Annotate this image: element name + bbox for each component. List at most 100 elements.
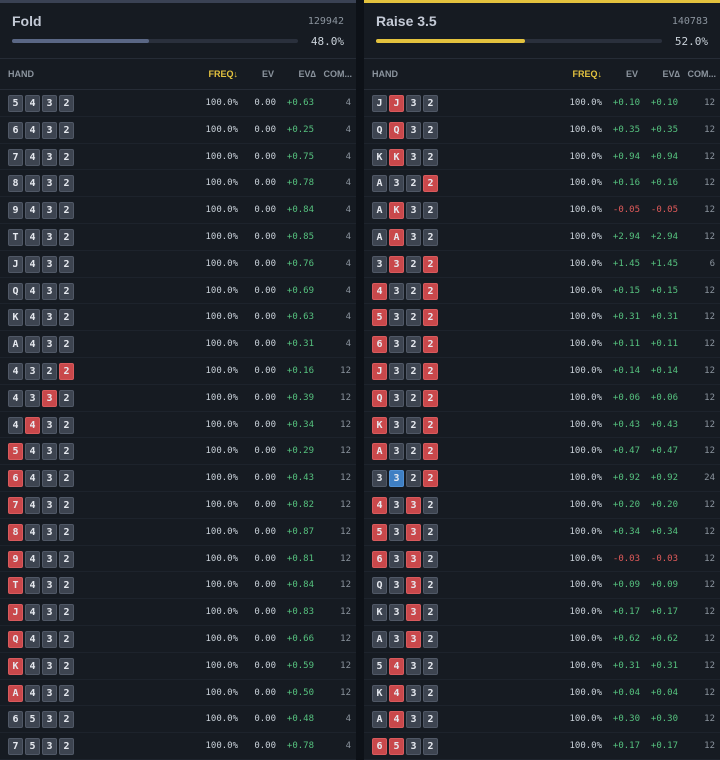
combos-value: 12 [340,446,351,457]
header-ev[interactable]: EV [626,69,638,79]
hand-row[interactable]: A 3 2 2 100.0% +0.16 +0.16 12 [364,170,720,198]
card: 2 [59,630,74,648]
hand-row[interactable]: 5 4 3 2 100.0% 0.00 +0.29 12 [0,438,356,466]
combos-value: 12 [704,98,715,108]
hand-row[interactable]: Q Q 3 2 100.0% +0.35 +0.35 12 [364,117,720,144]
hand-row[interactable]: 6 3 2 2 100.0% +0.11 +0.11 12 [364,331,720,358]
hand-row[interactable]: Q 4 3 2 100.0% 0.00 +0.66 12 [0,626,356,653]
card: 3 [389,255,404,273]
header-combos[interactable]: COM... [324,69,353,79]
hand-row[interactable]: 4 3 2 2 100.0% 0.00 +0.16 12 [0,358,356,385]
card: 3 [389,175,404,193]
hand-row[interactable]: 7 4 3 2 100.0% 0.00 +0.82 12 [0,492,356,519]
hand-row[interactable]: Q 4 3 2 100.0% 0.00 +0.69 4 [0,278,356,305]
hand-row[interactable]: 8 4 3 2 100.0% 0.00 +0.78 4 [0,170,356,198]
card: 8 [8,523,23,541]
hand-list: 5 4 3 2 100.0% 0.00 +0.63 4 6 4 3 2 100.0% 0.00 +0.25 4… [0,90,356,760]
hand-row[interactable]: J 4 3 2 100.0% 0.00 +0.83 12 [0,599,356,626]
card: 2 [423,309,438,327]
card: 3 [25,362,40,380]
hand-row[interactable]: A 3 3 2 100.0% +0.62 +0.62 12 [364,626,720,653]
ev-delta-value: +1.45 [650,258,678,269]
ev-delta-value: +0.78 [286,178,314,189]
hand-row[interactable]: K K 3 2 100.0% +0.94 +0.94 12 [364,144,720,171]
hand-row[interactable]: T 4 3 2 100.0% 0.00 +0.85 4 [0,224,356,251]
hand-row[interactable]: 9 4 3 2 100.0% 0.00 +0.81 12 [0,546,356,573]
hand-row[interactable]: 4 4 3 2 100.0% 0.00 +0.34 12 [0,412,356,439]
hand-cards: J432 [8,604,74,622]
hand-row[interactable]: 6 5 3 2 100.0% +0.17 +0.17 12 [364,733,720,760]
hand-row[interactable]: A 3 2 2 100.0% +0.47 +0.47 12 [364,438,720,466]
hand-row[interactable]: A K 3 2 100.0% -0.05 -0.05 12 [364,197,720,224]
hand-cards: 6432 [8,470,74,488]
card: 2 [59,416,74,434]
panel-header[interactable]: Fold 129942 48.0% [0,3,356,59]
header-freq[interactable]: FREQ↓ [572,69,602,79]
hand-row[interactable]: 4 3 3 2 100.0% +0.20 +0.20 12 [364,492,720,519]
hand-row[interactable]: A A 3 2 100.0% +2.94 +2.94 12 [364,224,720,251]
card: 3 [42,389,57,407]
card: K [372,684,387,702]
hand-row[interactable]: 8 4 3 2 100.0% 0.00 +0.87 12 [0,519,356,546]
hand-row[interactable]: Q 3 3 2 100.0% +0.09 +0.09 12 [364,572,720,600]
hand-row[interactable]: A 4 3 2 100.0% +0.30 +0.30 12 [364,706,720,734]
hand-row[interactable]: K 4 3 2 100.0% 0.00 +0.59 12 [0,653,356,680]
hand-row[interactable]: A 4 3 2 100.0% 0.00 +0.31 4 [0,331,356,358]
hand-row[interactable]: 3 3 2 2 100.0% +0.92 +0.92 24 [364,465,720,492]
hand-row[interactable]: 9 4 3 2 100.0% 0.00 +0.84 4 [0,197,356,224]
hand-row[interactable]: J 3 2 2 100.0% +0.14 +0.14 12 [364,358,720,385]
hand-cards: K432 [8,309,74,327]
header-hand[interactable]: HAND [372,69,398,79]
hand-cards: Q432 [8,630,74,648]
hand-row[interactable]: A 4 3 2 100.0% 0.00 +0.50 12 [0,680,356,707]
ev-value: 0.00 [254,339,276,350]
hand-row[interactable]: K 4 3 2 100.0% 0.00 +0.63 4 [0,304,356,332]
ev-value: 0.00 [254,607,276,618]
header-ev-delta[interactable]: EV∆ [298,69,316,79]
header-ev-delta[interactable]: EV∆ [662,69,680,79]
card: J [8,255,23,273]
freq-value: 100.0% [205,98,238,108]
hand-row[interactable]: 7 4 3 2 100.0% 0.00 +0.75 4 [0,144,356,171]
freq-value: 100.0% [205,151,238,162]
card: 2 [59,523,74,541]
hand-row[interactable]: 7 5 3 2 100.0% 0.00 +0.78 4 [0,733,356,760]
card: 2 [423,121,438,139]
card: A [8,684,23,702]
ev-delta-value: +0.16 [650,178,678,189]
hand-row[interactable]: 5 4 3 2 100.0% +0.31 +0.31 12 [364,653,720,680]
strategy-panels: Fold 129942 48.0% HAND FREQ↓ EV EV∆ COM.… [0,0,720,760]
hand-row[interactable]: 6 4 3 2 100.0% 0.00 +0.43 12 [0,465,356,492]
hand-row[interactable]: J J 3 2 100.0% +0.10 +0.10 12 [364,90,720,117]
header-hand[interactable]: HAND [8,69,34,79]
card: 2 [406,255,421,273]
panel-header[interactable]: Raise 3.5 140783 52.0% [364,3,720,59]
hand-row[interactable]: K 3 2 2 100.0% +0.43 +0.43 12 [364,412,720,439]
header-ev[interactable]: EV [262,69,274,79]
hand-row[interactable]: 6 4 3 2 100.0% 0.00 +0.25 4 [0,117,356,144]
hand-row[interactable]: 4 3 2 2 100.0% +0.15 +0.15 12 [364,278,720,305]
hand-row[interactable]: 5 3 2 2 100.0% +0.31 +0.31 12 [364,304,720,332]
hand-row[interactable]: Q 3 2 2 100.0% +0.06 +0.06 12 [364,385,720,412]
ev-delta-value: +0.31 [650,660,678,671]
hand-row[interactable]: 5 3 3 2 100.0% +0.34 +0.34 12 [364,519,720,546]
hand-row[interactable]: 4 3 3 2 100.0% 0.00 +0.39 12 [0,385,356,412]
combo-count: 129942 [307,16,344,27]
card: 2 [406,282,421,300]
hand-row[interactable]: T 4 3 2 100.0% 0.00 +0.84 12 [0,572,356,600]
card: 2 [59,228,74,246]
hand-row[interactable]: K 4 3 2 100.0% +0.04 +0.04 12 [364,680,720,707]
freq-value: 100.0% [205,205,238,216]
hand-row[interactable]: K 3 3 2 100.0% +0.17 +0.17 12 [364,599,720,626]
header-combos[interactable]: COM... [688,69,717,79]
combos-value: 4 [345,258,351,269]
card: 3 [42,577,57,595]
hand-cards: 5432 [372,657,438,675]
hand-row[interactable]: 5 4 3 2 100.0% 0.00 +0.63 4 [0,90,356,117]
hand-row[interactable]: 6 3 3 2 100.0% -0.03 -0.03 12 [364,546,720,573]
hand-cards: A432 [8,684,74,702]
header-freq[interactable]: FREQ↓ [208,69,238,79]
hand-row[interactable]: J 4 3 2 100.0% 0.00 +0.76 4 [0,251,356,278]
hand-row[interactable]: 3 3 2 2 100.0% +1.45 +1.45 6 [364,251,720,278]
hand-row[interactable]: 6 5 3 2 100.0% 0.00 +0.48 4 [0,706,356,734]
